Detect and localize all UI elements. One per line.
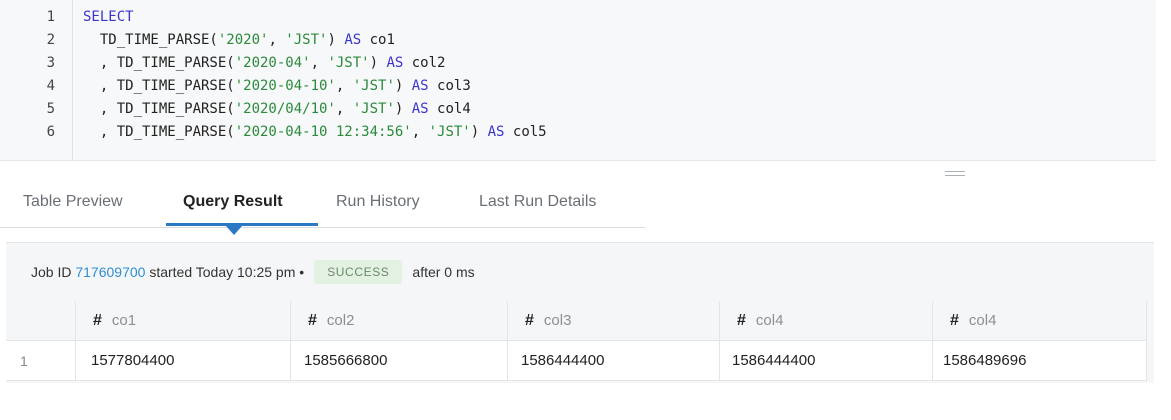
number-type-icon: # [737,312,746,329]
sql-token: col5 [504,124,547,140]
line-number: 1 [46,9,55,25]
sql-string: '2020' [217,32,269,48]
code-line[interactable]: 1 SELECT [0,6,1156,28]
sql-token: ) [470,124,488,140]
line-number: 6 [46,124,55,140]
sql-string: 'JST' [352,101,395,117]
job-id-link[interactable]: 717609700 [75,264,145,280]
table-cell[interactable]: 1586444400 [720,341,933,381]
tab-last-run-details[interactable]: Last Run Details [479,193,596,211]
line-number: 4 [46,78,55,94]
sql-string: '2020-04' [234,55,311,71]
query-result-panel: Job ID 717609700 started Today 10:25 pm … [6,242,1154,383]
row-index: 1 [6,341,76,381]
code-line[interactable]: 4 , TD_TIME_PARSE('2020-04-10', 'JST') A… [0,75,1156,97]
sql-token: , [310,55,328,71]
sql-token: TD_TIME_PARSE( [83,32,218,48]
tab-table-preview[interactable]: Table Preview [23,193,123,211]
sql-token: col2 [403,55,446,71]
sql-token: , [335,101,353,117]
table-cell[interactable]: 1586489696 [933,341,1147,381]
sql-token: , [268,32,286,48]
code-text: , TD_TIME_PARSE('2020-04-10 12:34:56', '… [83,121,547,143]
code-text: TD_TIME_PARSE('2020', 'JST') AS co1 [83,29,395,51]
sql-keyword: AS [386,55,404,71]
sql-keyword: AS [411,78,429,94]
number-type-icon: # [525,312,534,329]
number-type-icon: # [950,312,959,329]
sql-token: co1 [361,32,395,48]
table-row: 1 1577804400 1585666800 1586444400 15864… [6,341,1147,381]
code-line[interactable]: 5 , TD_TIME_PARSE('2020/04/10', 'JST') A… [0,98,1156,120]
column-header-label: col3 [543,312,572,329]
code-text: SELECT [83,6,134,28]
active-tab-arrow-icon [226,226,242,235]
sql-string: '2020/04/10' [234,101,336,117]
code-text: , TD_TIME_PARSE('2020-04-10', 'JST') AS … [83,75,471,97]
sql-string: '2020-04-10' [234,78,336,94]
code-text: , TD_TIME_PARSE('2020/04/10', 'JST') AS … [83,98,471,120]
status-badge: SUCCESS [314,260,403,284]
sql-token: col4 [428,101,471,117]
sql-editor[interactable]: 1 SELECT 2 TD_TIME_PARSE('2020', 'JST') AS… [0,0,1156,161]
sql-token: , TD_TIME_PARSE( [83,78,235,94]
line-number: 3 [46,55,55,71]
sql-token: , TD_TIME_PARSE( [83,55,235,71]
code-line[interactable]: 3 , TD_TIME_PARSE('2020-04', 'JST') AS c… [0,52,1156,74]
sql-token: , TD_TIME_PARSE( [83,124,235,140]
table-cell[interactable]: 1585666800 [291,341,508,381]
active-tab-indicator [166,223,318,226]
column-header[interactable]: # col4 [720,301,933,341]
sql-keyword: AS [487,124,505,140]
sql-string: 'JST' [428,124,471,140]
job-id-label: Job ID [31,264,72,280]
sql-string: 'JST' [285,32,328,48]
sql-token: ) [394,101,412,117]
sql-keyword: SELECT [83,9,134,25]
table-cell[interactable]: 1577804400 [76,341,291,381]
sql-token: ) [394,78,412,94]
number-type-icon: # [308,312,317,329]
number-type-icon: # [93,312,102,329]
resize-handle-icon[interactable] [945,171,965,177]
column-header[interactable]: # col3 [508,301,720,341]
sql-token: , [411,124,429,140]
tab-query-result[interactable]: Query Result [183,193,283,211]
line-number: 5 [46,101,55,117]
job-started-text: started Today 10:25 pm • [149,264,305,280]
sql-token: , TD_TIME_PARSE( [83,101,235,117]
table-cell[interactable]: 1586444400 [508,341,720,381]
line-number: 2 [46,32,55,48]
code-text: , TD_TIME_PARSE('2020-04', 'JST') AS col… [83,52,446,74]
column-header-label: col2 [326,312,355,329]
sql-string: '2020-04-10 12:34:56' [234,124,412,140]
column-header[interactable]: # col2 [291,301,508,341]
column-header-label: co1 [111,312,137,329]
column-header[interactable]: # col4 [933,301,1147,341]
job-duration: after 0 ms [412,264,475,280]
code-line[interactable]: 2 TD_TIME_PARSE('2020', 'JST') AS co1 [0,29,1156,51]
sql-keyword: AS [411,101,429,117]
column-header-label: col4 [968,312,997,329]
table-header-row: # co1 # col2 # col3 # col4 # col4 [6,301,1147,341]
sql-token: col3 [428,78,471,94]
code-line[interactable]: 6 , TD_TIME_PARSE('2020-04-10 12:34:56',… [0,121,1156,143]
sql-token: , [335,78,353,94]
sql-token: ) [327,32,345,48]
column-header-label: col4 [755,312,784,329]
sql-string: 'JST' [352,78,395,94]
column-header[interactable]: # co1 [76,301,291,341]
row-index-header [6,301,76,341]
sql-token: ) [369,55,387,71]
job-status: Job ID 717609700 started Today 10:25 pm … [31,260,475,284]
sql-string: 'JST' [327,55,370,71]
sql-keyword: AS [344,32,362,48]
result-tabs: Table Preview Query Result Run History L… [0,185,645,235]
tab-run-history[interactable]: Run History [336,193,420,211]
